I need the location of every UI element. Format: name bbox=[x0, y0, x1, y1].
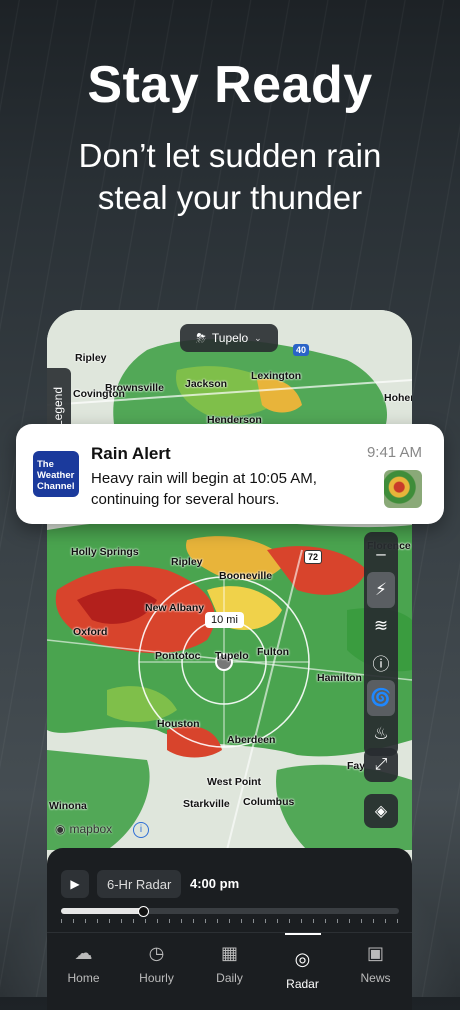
phone-screen: Ripley Brownsville Jackson Lexington Hen… bbox=[47, 310, 412, 1010]
city-label: Hamilton bbox=[317, 672, 362, 684]
radar-icon: ◎ bbox=[294, 949, 311, 969]
tab-label: Radar bbox=[286, 977, 319, 991]
timeline-knob[interactable] bbox=[138, 906, 150, 917]
scale-label: 10 mi bbox=[205, 612, 244, 628]
tab-radar[interactable]: ◎ Radar bbox=[266, 933, 339, 1010]
city-label: Fay bbox=[347, 760, 366, 772]
subheadline-line-1: Don’t let sudden rain bbox=[78, 137, 382, 174]
calendar-icon: ▦ bbox=[220, 943, 238, 963]
city-label: Booneville bbox=[219, 570, 273, 582]
location-label: Tupelo bbox=[211, 331, 249, 345]
city-label: Lexington bbox=[251, 370, 302, 382]
tab-hourly[interactable]: ◷ Hourly bbox=[120, 933, 193, 1010]
notification-title: Rain Alert bbox=[91, 444, 171, 463]
tab-label: Hourly bbox=[139, 971, 174, 985]
subheadline-line-2: steal your thunder bbox=[97, 179, 363, 216]
city-label: Holly Springs bbox=[71, 546, 139, 558]
wind-icon[interactable]: ≋ bbox=[364, 608, 398, 644]
alert-icon[interactable]: ⓘ bbox=[364, 644, 398, 680]
rain-alert-notification[interactable]: The Weather Channel Rain Alert 9:41 AM Hea… bbox=[16, 424, 444, 524]
play-icon: ▶ bbox=[70, 877, 80, 891]
minus-icon[interactable]: – bbox=[364, 536, 398, 572]
location-chip[interactable]: ⛈ Tupelo ⌄ bbox=[180, 324, 278, 352]
mapbox-logo-icon: ◉ bbox=[55, 822, 66, 836]
news-icon: ▣ bbox=[366, 943, 384, 963]
city-label: West Point bbox=[207, 776, 262, 788]
fire-icon[interactable]: ♨ bbox=[364, 716, 398, 752]
lightning-cloud-icon: ⛈ bbox=[196, 330, 206, 345]
hurricane-icon[interactable]: 🌀 bbox=[367, 680, 395, 716]
tab-home[interactable]: ☁ Home bbox=[47, 933, 120, 1010]
city-label: Covington bbox=[73, 388, 125, 400]
city-label: Hohen bbox=[384, 392, 412, 404]
tab-daily[interactable]: ▦ Daily bbox=[193, 933, 266, 1010]
mapbox-attribution: ◉ mapbox bbox=[55, 822, 112, 836]
city-label: Ripley bbox=[75, 352, 107, 364]
chevron-down-icon: ⌄ bbox=[254, 332, 262, 343]
headline: Stay Ready bbox=[87, 56, 373, 114]
timeline-fill bbox=[61, 908, 143, 914]
layers-icon: ◈ bbox=[374, 803, 388, 820]
highway-shield: 72 bbox=[304, 550, 323, 564]
city-label: Ripley bbox=[171, 556, 203, 568]
radar-player: ▶ 6-Hr Radar 4:00 pm ☁ Home ◷ Hourly ▦ D… bbox=[47, 848, 412, 1010]
tab-label: Home bbox=[67, 971, 100, 985]
radar-thumbnail bbox=[384, 470, 422, 508]
play-button[interactable]: ▶ bbox=[61, 870, 89, 898]
tab-label: Daily bbox=[216, 971, 243, 985]
lightning-icon[interactable]: ⚡ bbox=[367, 572, 395, 608]
cloud-icon: ☁ bbox=[74, 943, 93, 963]
tab-label: News bbox=[360, 971, 391, 985]
mapbox-label: mapbox bbox=[69, 822, 113, 836]
city-label: Jackson bbox=[185, 378, 228, 390]
layers-button[interactable]: ◈ bbox=[364, 794, 398, 828]
notification-body: Heavy rain will begin at 10:05 AM, conti… bbox=[91, 470, 317, 508]
city-label: Pontotoc bbox=[155, 650, 201, 662]
city-label: Winona bbox=[49, 800, 87, 812]
subheadline: Don’t let sudden rain steal your thunder bbox=[0, 135, 460, 219]
city-label: Fulton bbox=[257, 646, 290, 658]
weather-channel-logo: The Weather Channel bbox=[33, 451, 79, 497]
expand-icon: ⤢ bbox=[374, 756, 388, 773]
active-tab-indicator bbox=[284, 933, 321, 935]
city-label: Tupelo bbox=[215, 650, 249, 662]
clock-icon: ◷ bbox=[148, 943, 165, 963]
layer-toolbar: – ⚡ ≋ ⓘ 🌀 ♨ bbox=[364, 532, 398, 756]
tab-news[interactable]: ▣ News bbox=[339, 933, 412, 1010]
timeline-ticks bbox=[61, 919, 399, 923]
city-label: Starkville bbox=[183, 798, 230, 810]
radar-time: 4:00 pm bbox=[190, 876, 240, 891]
city-label: Aberdeen bbox=[227, 734, 276, 746]
timeline-slider[interactable] bbox=[61, 906, 399, 917]
city-label: New Albany bbox=[145, 602, 205, 614]
expand-button[interactable]: ⤢ bbox=[364, 748, 398, 782]
notification-time: 9:41 AM bbox=[366, 444, 422, 461]
radar-type-button[interactable]: 6-Hr Radar bbox=[97, 870, 182, 898]
info-button[interactable]: i bbox=[133, 822, 149, 838]
city-label: Oxford bbox=[73, 626, 108, 638]
tab-bar: ☁ Home ◷ Hourly ▦ Daily ◎ Radar ▣ News bbox=[47, 932, 412, 1010]
city-label: Columbus bbox=[243, 796, 295, 808]
city-label: Houston bbox=[157, 718, 200, 730]
highway-shield: 40 bbox=[293, 344, 310, 356]
